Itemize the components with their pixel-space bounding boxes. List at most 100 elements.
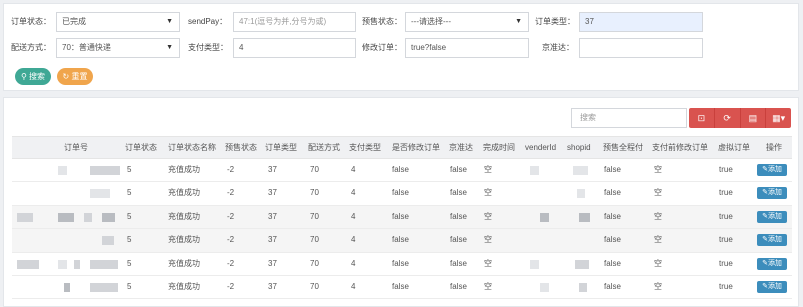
- table-row: 5 充值成功 -2 37 70 4 false false 空 false 空 …: [12, 253, 792, 276]
- cell-modified: false: [392, 165, 409, 174]
- search-button[interactable]: ⚲ 搜索: [15, 68, 51, 85]
- chevron-down-icon: ▼: [166, 44, 173, 51]
- cell-status: 5: [127, 281, 132, 291]
- cell-status: 5: [127, 211, 132, 221]
- header-action: 操作: [766, 143, 782, 152]
- add-button[interactable]: ✎添加: [757, 187, 787, 200]
- redacted-venderid: [530, 166, 539, 175]
- cell-status-name: 充值成功: [168, 235, 200, 245]
- cell-pre-modify: 空: [654, 188, 662, 198]
- header-finish-time[interactable]: 完成时间: [483, 137, 515, 159]
- cell-status: 5: [127, 258, 132, 268]
- cell-presale: -2: [227, 281, 235, 291]
- presale-status-select[interactable]: ---请选择--- ▼: [405, 12, 529, 32]
- chevron-down-icon: ▼: [515, 18, 522, 25]
- order-type-input[interactable]: 37: [579, 12, 703, 32]
- header-pay-type[interactable]: 支付类型: [349, 137, 381, 159]
- cell-finish: 空: [484, 165, 492, 174]
- header-jzd[interactable]: 京准达: [449, 137, 473, 159]
- redacted-order-no: [90, 166, 120, 175]
- jingzhunda-input[interactable]: [579, 38, 703, 58]
- cell-status-name: 充值成功: [168, 188, 200, 198]
- cell-status-name: 充值成功: [168, 281, 200, 291]
- order-status-select[interactable]: 已完成 ▼: [56, 12, 180, 32]
- cell-virtual: true: [719, 235, 733, 245]
- header-delivery[interactable]: 配送方式: [308, 137, 340, 159]
- header-pre-modify[interactable]: 支付前修改订单: [652, 137, 708, 159]
- refresh-icon[interactable]: ⟳: [715, 108, 741, 128]
- cell-presale: -2: [227, 258, 235, 268]
- search-icon: ⚲: [20, 72, 27, 81]
- order-status-value: 已完成: [62, 17, 86, 26]
- cell-jzd: false: [450, 258, 467, 268]
- order-status-label: 订单状态：: [11, 17, 51, 26]
- cell-pre-modify: 空: [654, 211, 662, 221]
- cell-pre-modify: 空: [654, 258, 662, 268]
- header-order-no[interactable]: 订单号: [64, 137, 88, 159]
- cell-full-pay: false: [604, 165, 621, 174]
- presale-status-value: ---请选择---: [411, 17, 451, 26]
- cell-modified: false: [392, 188, 409, 198]
- cell-full-pay: false: [604, 281, 621, 291]
- orders-table: 订单号 订单状态 订单状态名称 预售状态 订单类型 配送方式 支付类型 是否修改…: [12, 136, 792, 300]
- cell-full-pay: false: [604, 211, 621, 221]
- header-shopid[interactable]: shopid: [567, 137, 591, 159]
- header-virtual[interactable]: 虚拟订单: [718, 137, 750, 159]
- header-presale[interactable]: 预售状态: [225, 137, 257, 159]
- header-order-type[interactable]: 订单类型: [265, 137, 297, 159]
- presale-status-label: 预售状态：: [362, 17, 402, 26]
- cell-presale: -2: [227, 165, 235, 174]
- header-modified[interactable]: 是否修改订单: [392, 137, 440, 159]
- header-venderid[interactable]: venderId: [525, 137, 556, 159]
- cell-virtual: true: [719, 188, 733, 198]
- add-button[interactable]: ✎添加: [757, 280, 787, 293]
- table-row: 5 充值成功 -2 37 70 4 false false 空 false 空 …: [12, 182, 792, 206]
- table-row: 5 充值成功 -2 37 70 4 false false 空 false 空 …: [12, 229, 792, 253]
- cell-modified: false: [392, 258, 409, 268]
- filter-panel: 订单状态： 已完成 ▼ sendPay： 47:1(逗号为并,分号为或) 预售状…: [3, 3, 799, 91]
- refresh-icon: ↻: [62, 72, 70, 81]
- table-search-input[interactable]: 搜索: [571, 108, 687, 128]
- jingzhunda-label: 京准达：: [542, 43, 574, 52]
- cell-virtual: true: [719, 258, 733, 268]
- cell-modified: false: [392, 281, 409, 291]
- cell-full-pay: false: [604, 188, 621, 198]
- header-full-pay[interactable]: 预售全程付: [603, 137, 643, 159]
- add-button[interactable]: ✎添加: [757, 164, 787, 176]
- sendpay-input[interactable]: 47:1(逗号为并,分号为或): [233, 12, 356, 32]
- cell-type: 37: [268, 188, 277, 198]
- table-header-row: 订单号 订单状态 订单状态名称 预售状态 订单类型 配送方式 支付类型 是否修改…: [12, 136, 792, 159]
- delivery-select[interactable]: 70：普通快递 ▼: [56, 38, 180, 58]
- reset-button[interactable]: ↻ 重置: [57, 68, 93, 85]
- modify-order-input[interactable]: true?false: [405, 38, 529, 58]
- header-status-name[interactable]: 订单状态名称: [168, 137, 216, 159]
- table-toolbar: ⊡ ⟳ ▤ ▦▾: [689, 108, 791, 128]
- redacted-order-no: [17, 212, 33, 222]
- cell-modified: false: [392, 235, 409, 245]
- cell-delivery: 70: [310, 188, 319, 198]
- cell-status-name: 充值成功: [168, 165, 200, 174]
- cell-type: 37: [268, 258, 277, 268]
- cell-delivery: 70: [310, 258, 319, 268]
- cell-pre-modify: 空: [654, 165, 662, 174]
- add-button[interactable]: ✎添加: [757, 234, 787, 247]
- toggle-view-icon[interactable]: ▤: [741, 108, 767, 128]
- redacted-order-no: [102, 236, 114, 246]
- cell-finish: 空: [484, 188, 492, 198]
- cell-jzd: false: [450, 235, 467, 245]
- add-button[interactable]: ✎添加: [757, 257, 787, 270]
- add-button-label: 添加: [767, 212, 782, 220]
- cell-delivery: 70: [310, 165, 319, 174]
- columns-icon[interactable]: ▦▾: [766, 108, 791, 128]
- cell-jzd: false: [450, 281, 467, 291]
- export-icon[interactable]: ⊡: [689, 108, 715, 128]
- cell-pay: 4: [351, 258, 356, 268]
- header-order-status[interactable]: 订单状态: [125, 137, 157, 159]
- add-button-label: 添加: [767, 166, 782, 173]
- redacted-order-no: [64, 282, 70, 292]
- order-type-label: 订单类型：: [535, 17, 575, 26]
- pay-type-input[interactable]: 4: [233, 38, 356, 58]
- cell-jzd: false: [450, 188, 467, 198]
- table-row: 5 充值成功 -2 37 70 4 false false 空 false 空 …: [12, 276, 792, 300]
- add-button[interactable]: ✎添加: [757, 210, 787, 223]
